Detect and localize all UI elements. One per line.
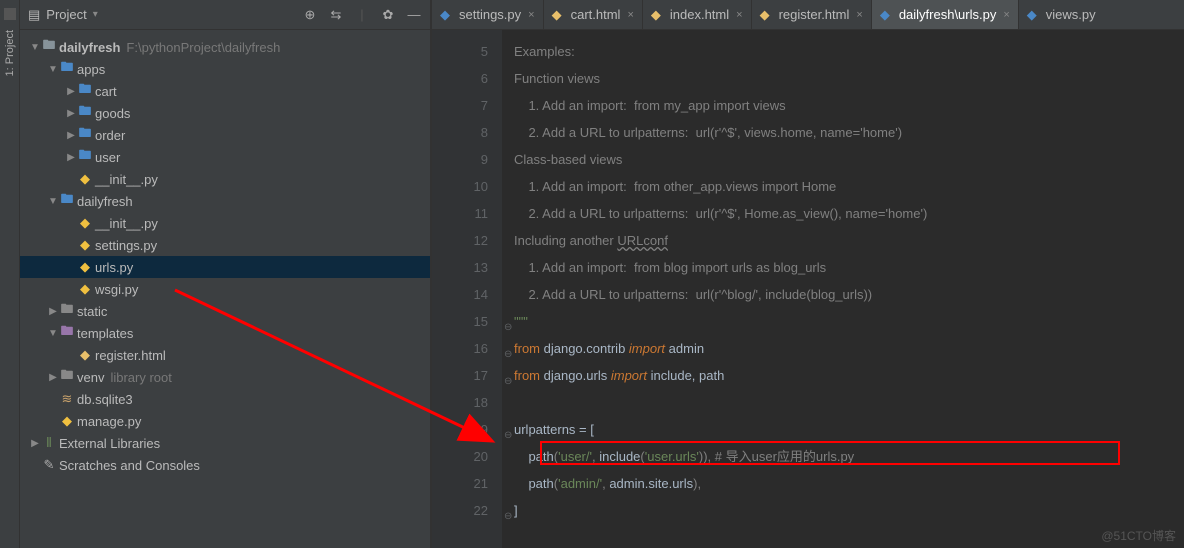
project-tool-button[interactable]: 1: Project [4, 30, 16, 76]
tab-close-icon[interactable]: × [627, 9, 633, 21]
tree-item[interactable]: ◆register.html [20, 344, 430, 366]
tree-item[interactable]: ◆wsgi.py [20, 278, 430, 300]
tree-item[interactable]: ✎Scratches and Consoles [20, 454, 430, 476]
code-line[interactable]: 1. Add an import: from my_app import vie… [514, 92, 1184, 119]
tree-item[interactable]: ▶🖿cart [20, 80, 430, 102]
tree-item[interactable]: ◆__init__.py [20, 212, 430, 234]
sidebar-title: Project [46, 7, 86, 22]
dropdown-icon[interactable]: ▾ [93, 9, 98, 20]
tab-close-icon[interactable]: × [1003, 9, 1009, 21]
code-line[interactable]: 1. Add an import: from other_app.views i… [514, 173, 1184, 200]
project-icon: ▤ [28, 7, 40, 23]
tree-item[interactable]: ▼🖿dailyfresh [20, 190, 430, 212]
settings-icon[interactable]: ✿ [380, 7, 396, 23]
code-line[interactable]: Function views [514, 65, 1184, 92]
tree-item[interactable]: ▼🖿dailyfreshF:\pythonProject\dailyfresh [20, 36, 430, 58]
code-line[interactable]: Examples: [514, 38, 1184, 65]
editor-tab[interactable]: ◆dailyfresh\urls.py× [872, 0, 1019, 29]
collapse-icon[interactable]: ⇆ [328, 7, 344, 23]
code-line[interactable]: path('admin/', admin.site.urls), [514, 470, 1184, 497]
editor-tab[interactable]: ◆index.html× [643, 0, 752, 29]
tool-window-bar: 1: Project [0, 0, 20, 548]
divider-icon: | [354, 7, 370, 23]
tree-item[interactable]: ▶🖿static [20, 300, 430, 322]
tree-item[interactable]: ▶⫴External Libraries [20, 432, 430, 454]
code-line[interactable]: Including another URLconf [514, 227, 1184, 254]
code-line[interactable]: Class-based views [514, 146, 1184, 173]
editor-tab[interactable]: ◆cart.html× [544, 0, 643, 29]
code-line[interactable]: 2. Add a URL to urlpatterns: url(r'^$', … [514, 200, 1184, 227]
tree-item[interactable]: ▼🖿apps [20, 58, 430, 80]
code-line[interactable]: 2. Add a URL to urlpatterns: url(r'^blog… [514, 281, 1184, 308]
locate-icon[interactable]: ⊕ [302, 7, 318, 23]
code-line[interactable]: path('user/', include('user.urls')), # 导… [514, 443, 1184, 470]
tree-item[interactable]: ▶🖿user [20, 146, 430, 168]
project-sidebar: ▤ Project ▾ ⊕ ⇆ | ✿ — ▼🖿dailyfreshF:\pyt… [20, 0, 430, 548]
code-line[interactable]: ⊖] [514, 497, 1184, 524]
hide-icon[interactable]: — [406, 7, 422, 23]
tab-close-icon[interactable]: × [528, 9, 534, 21]
tree-item[interactable]: ▶🖿goods [20, 102, 430, 124]
tree-item[interactable]: ▶🖿order [20, 124, 430, 146]
code-line[interactable]: 2. Add a URL to urlpatterns: url(r'^$', … [514, 119, 1184, 146]
editor-area: ◆settings.py×◆cart.html×◆index.html×◆reg… [432, 0, 1184, 548]
editor-tabs: ◆settings.py×◆cart.html×◆index.html×◆reg… [432, 0, 1184, 30]
code-line[interactable] [514, 389, 1184, 416]
tree-item[interactable]: ▼🖿templates [20, 322, 430, 344]
code-line[interactable]: ⊖from django.contrib import admin [514, 335, 1184, 362]
sidebar-header: ▤ Project ▾ ⊕ ⇆ | ✿ — [20, 0, 430, 30]
code-line[interactable]: ⊖urlpatterns = [ [514, 416, 1184, 443]
tab-close-icon[interactable]: × [736, 9, 742, 21]
project-tree[interactable]: ▼🖿dailyfreshF:\pythonProject\dailyfresh▼… [20, 30, 430, 548]
line-gutter: 5678910111213141516171819202122 [432, 30, 502, 548]
tab-close-icon[interactable]: × [856, 9, 862, 21]
code-lines[interactable]: Examples:Function views 1. Add an import… [502, 30, 1184, 548]
tool-icon[interactable] [4, 8, 16, 20]
code-line[interactable]: ⊖from django.urls import include, path [514, 362, 1184, 389]
code-line[interactable]: ⊖""" [514, 308, 1184, 335]
tree-item[interactable]: ◆urls.py [20, 256, 430, 278]
tree-item[interactable]: ◆manage.py [20, 410, 430, 432]
watermark: @51CTO博客 [1101, 527, 1176, 544]
code-line[interactable]: 1. Add an import: from blog import urls … [514, 254, 1184, 281]
editor-tab[interactable]: ◆settings.py× [432, 0, 544, 29]
tree-item[interactable]: ◆settings.py [20, 234, 430, 256]
editor-tab[interactable]: ◆register.html× [752, 0, 872, 29]
code-editor[interactable]: 5678910111213141516171819202122 Examples… [432, 30, 1184, 548]
editor-tab[interactable]: ◆views.py [1019, 0, 1104, 29]
tree-item[interactable]: ▶🖿venvlibrary root [20, 366, 430, 388]
tree-item[interactable]: ◆__init__.py [20, 168, 430, 190]
tree-item[interactable]: ≋db.sqlite3 [20, 388, 430, 410]
